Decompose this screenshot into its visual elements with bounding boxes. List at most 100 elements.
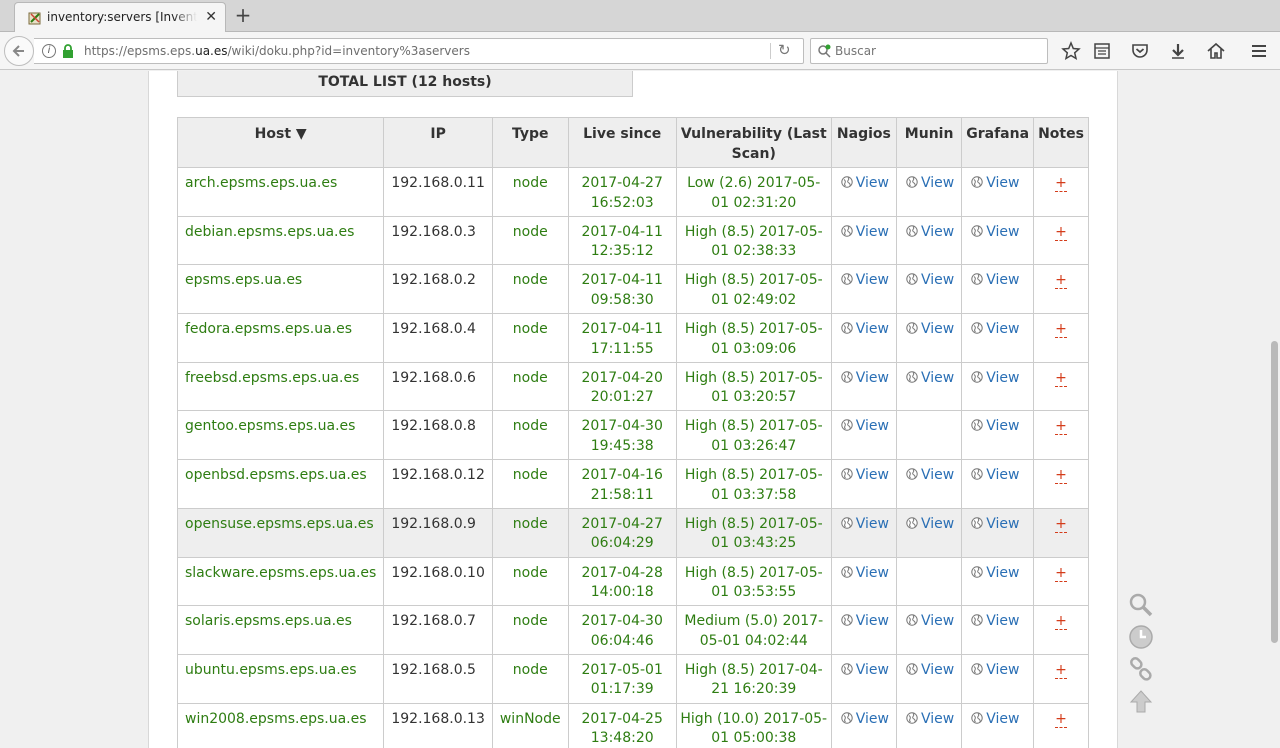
vulnerability-cell: High (8.5) 2017-05-01 03:26:47	[675, 410, 832, 461]
add-note-button[interactable]: +	[1055, 613, 1067, 631]
grafana-view-link[interactable]: View	[971, 565, 1019, 581]
grafana-view-link[interactable]: View	[971, 662, 1019, 678]
live-since-cell: 2017-04-28 14:00:18	[567, 556, 677, 607]
search-input[interactable]	[835, 44, 1035, 58]
host-cell: ubuntu.epsms.eps.ua.es	[176, 653, 385, 704]
host-link[interactable]: gentoo.epsms.eps.ua.es	[185, 418, 355, 434]
grafana-view-link[interactable]: View	[971, 467, 1019, 483]
grafana-view-link[interactable]: View	[971, 272, 1019, 288]
header-nagios[interactable]: Nagios	[830, 117, 898, 168]
add-note-button[interactable]: +	[1055, 223, 1067, 241]
grafana-view-link[interactable]: View	[971, 224, 1019, 240]
munin-view-link[interactable]: View	[906, 224, 954, 240]
munin-cell: View	[895, 507, 963, 558]
host-link[interactable]: freebsd.epsms.eps.ua.es	[185, 370, 359, 386]
add-note-button[interactable]: +	[1055, 515, 1067, 533]
nagios-view-link[interactable]: View	[841, 418, 889, 434]
munin-view-link[interactable]: View	[906, 662, 954, 678]
header-live-since[interactable]: Live since	[567, 117, 677, 168]
table-row: arch.epsms.eps.ua.es 192.168.0.11 node 2017…	[176, 167, 1089, 217]
add-note-button[interactable]: +	[1055, 710, 1067, 728]
nagios-view-link[interactable]: View	[841, 224, 889, 240]
url-bar[interactable]: i https://epsms.eps.ua.es/wiki/doku.php?…	[34, 38, 804, 64]
add-note-button[interactable]: +	[1055, 661, 1067, 679]
add-note-button[interactable]: +	[1055, 321, 1067, 339]
header-munin[interactable]: Munin	[895, 117, 963, 168]
munin-view-link[interactable]: View	[906, 370, 954, 386]
nagios-view-link[interactable]: View	[841, 321, 889, 337]
lock-icon[interactable]	[62, 44, 74, 58]
add-note-button[interactable]: +	[1055, 467, 1067, 485]
munin-view-link[interactable]: View	[906, 613, 954, 629]
search-icon[interactable]	[1128, 592, 1154, 618]
globe-icon	[971, 322, 983, 334]
nagios-cell: View	[830, 605, 898, 655]
grafana-view-link[interactable]: View	[971, 175, 1019, 191]
munin-view-link[interactable]: View	[906, 467, 954, 483]
munin-view-link[interactable]: View	[906, 272, 954, 288]
globe-icon	[841, 176, 853, 188]
header-notes[interactable]: Notes	[1033, 117, 1089, 168]
globe-icon	[906, 614, 918, 626]
scrollbar-thumb[interactable]	[1271, 341, 1278, 643]
grafana-cell: View	[961, 605, 1035, 655]
host-link[interactable]: opensuse.epsms.eps.ua.es	[185, 516, 374, 532]
header-ip[interactable]: IP	[383, 117, 493, 168]
host-link[interactable]: slackware.epsms.eps.ua.es	[185, 565, 376, 581]
nagios-view-link[interactable]: View	[841, 516, 889, 532]
munin-view-link[interactable]: View	[906, 516, 954, 532]
arrow-up-icon[interactable]	[1128, 688, 1154, 714]
host-link[interactable]: openbsd.epsms.eps.ua.es	[185, 467, 367, 483]
host-link[interactable]: solaris.epsms.eps.ua.es	[185, 613, 352, 629]
nagios-view-link[interactable]: View	[841, 175, 889, 191]
grafana-view-link[interactable]: View	[971, 516, 1019, 532]
add-note-button[interactable]: +	[1055, 175, 1067, 192]
nagios-view-link[interactable]: View	[841, 272, 889, 288]
munin-view-link[interactable]: View	[906, 711, 954, 727]
nagios-view-link[interactable]: View	[841, 662, 889, 678]
nagios-view-link[interactable]: View	[841, 370, 889, 386]
new-tab-button[interactable]: +	[233, 5, 253, 25]
close-icon[interactable]: ✕	[205, 9, 217, 25]
header-host[interactable]: Host ▼	[176, 117, 385, 168]
browser-tab[interactable]: inventory:servers [Inventory] ✕	[14, 2, 226, 32]
nagios-view-link[interactable]: View	[841, 711, 889, 727]
header-vulnerability[interactable]: Vulnerability (Last Scan)	[675, 117, 832, 168]
add-note-button[interactable]: +	[1055, 564, 1067, 582]
reload-icon[interactable]: ↻	[778, 41, 791, 59]
info-icon[interactable]: i	[42, 44, 56, 58]
grafana-view-link[interactable]: View	[971, 613, 1019, 629]
add-note-button[interactable]: +	[1055, 272, 1067, 290]
host-link[interactable]: win2008.epsms.eps.ua.es	[185, 711, 367, 727]
host-link[interactable]: ubuntu.epsms.eps.ua.es	[185, 662, 357, 678]
add-note-button[interactable]: +	[1055, 369, 1067, 387]
host-link[interactable]: fedora.epsms.eps.ua.es	[185, 321, 352, 337]
host-link[interactable]: arch.epsms.eps.ua.es	[185, 175, 337, 191]
host-link[interactable]: debian.epsms.eps.ua.es	[185, 224, 354, 240]
url-text[interactable]: https://epsms.eps.ua.es/wiki/doku.php?id…	[84, 44, 470, 58]
grafana-view-link[interactable]: View	[971, 418, 1019, 434]
grafana-view-link[interactable]: View	[971, 711, 1019, 727]
home-icon[interactable]	[1205, 40, 1227, 62]
pocket-icon[interactable]	[1129, 40, 1151, 62]
header-type[interactable]: Type	[491, 117, 569, 168]
add-note-button[interactable]: +	[1055, 418, 1067, 436]
grafana-view-link[interactable]: View	[971, 370, 1019, 386]
page-scrollbar[interactable]	[1268, 71, 1280, 748]
nagios-view-link[interactable]: View	[841, 613, 889, 629]
back-button[interactable]	[4, 36, 34, 66]
host-link[interactable]: epsms.eps.ua.es	[185, 272, 302, 288]
nagios-view-link[interactable]: View	[841, 565, 889, 581]
reading-list-icon[interactable]	[1091, 40, 1113, 62]
menu-icon[interactable]	[1248, 40, 1270, 62]
clock-icon[interactable]	[1128, 624, 1154, 650]
munin-view-link[interactable]: View	[906, 175, 954, 191]
search-bar[interactable]	[810, 38, 1048, 64]
nagios-view-link[interactable]: View	[841, 467, 889, 483]
download-icon[interactable]	[1167, 40, 1189, 62]
star-icon[interactable]	[1060, 40, 1082, 62]
munin-view-link[interactable]: View	[906, 321, 954, 337]
header-grafana[interactable]: Grafana	[961, 117, 1035, 168]
link-icon[interactable]	[1128, 656, 1154, 682]
grafana-view-link[interactable]: View	[971, 321, 1019, 337]
